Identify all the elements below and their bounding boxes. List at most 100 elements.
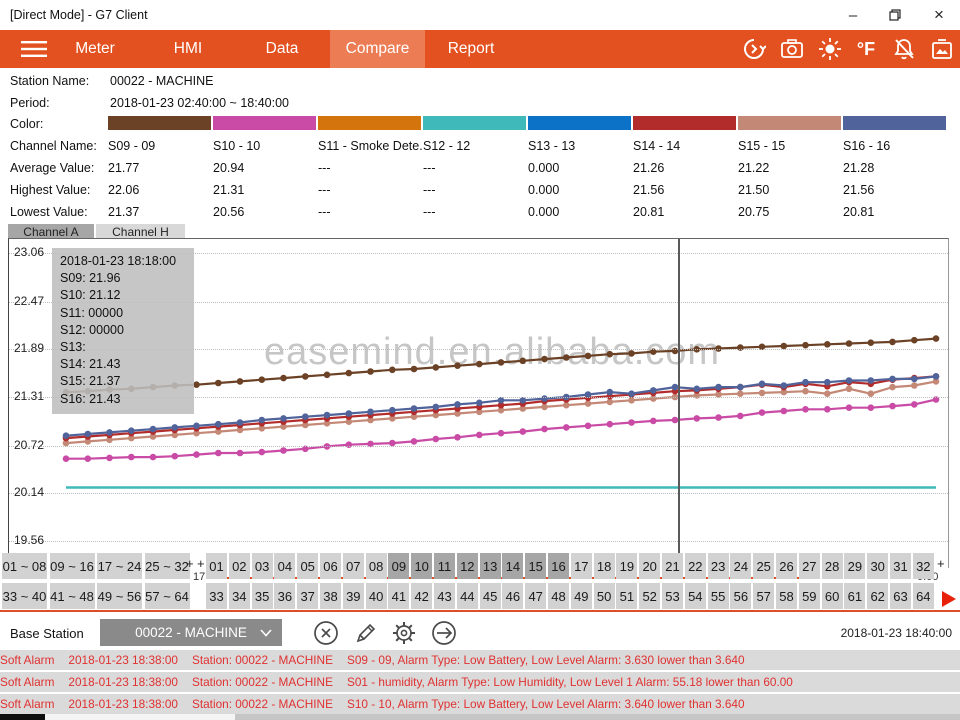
group-button-17~24[interactable]: 17 ~ 24 <box>97 553 142 579</box>
sync-button[interactable] <box>740 36 768 62</box>
close-button[interactable]: × <box>918 0 960 30</box>
channel-button-30[interactable]: 30 <box>867 553 888 579</box>
channel-button-54[interactable]: 54 <box>685 583 706 609</box>
channel-button-56[interactable]: 56 <box>730 583 751 609</box>
cancel-button[interactable] <box>312 619 340 647</box>
group-button-33~40[interactable]: 33 ~ 40 <box>2 583 47 609</box>
brightness-button[interactable] <box>816 36 844 62</box>
channel-button-10[interactable]: 10 <box>411 553 432 579</box>
group-button-25~32[interactable]: 25 ~ 32 <box>145 553 190 579</box>
channel-button-53[interactable]: 53 <box>662 583 683 609</box>
base-station-dropdown[interactable]: 00022 - MACHINE <box>100 619 282 646</box>
channel-button-08[interactable]: 08 <box>366 553 387 579</box>
minimize-button[interactable]: – <box>832 0 874 30</box>
channel-button-12[interactable]: 12 <box>457 553 478 579</box>
group-button-41~48[interactable]: 41 ~ 48 <box>50 583 95 609</box>
channel-button-31[interactable]: 31 <box>890 553 911 579</box>
channel-button-58[interactable]: 58 <box>776 583 797 609</box>
channel-button-04[interactable]: 04 <box>274 553 295 579</box>
channel-button-24[interactable]: 24 <box>730 553 751 579</box>
channel-button-25[interactable]: 25 <box>753 553 774 579</box>
group-button-01~08[interactable]: 01 ~ 08 <box>2 553 47 579</box>
channel-button-36[interactable]: 36 <box>274 583 295 609</box>
channel-button-43[interactable]: 43 <box>434 583 455 609</box>
nav-item-report[interactable]: Report <box>438 30 504 68</box>
channel-button-21[interactable]: 21 <box>662 553 683 579</box>
channel-button-11[interactable]: 11 <box>434 553 455 579</box>
channel-button-48[interactable]: 48 <box>548 583 569 609</box>
channel-button-44[interactable]: 44 <box>457 583 478 609</box>
channel-button-52[interactable]: 52 <box>639 583 660 609</box>
channel-button-07[interactable]: 07 <box>343 553 364 579</box>
channel-button-34[interactable]: 34 <box>229 583 250 609</box>
next-page-arrow-button[interactable] <box>941 589 958 614</box>
group-button-57~64[interactable]: 57 ~ 64 <box>145 583 190 609</box>
channel-button-60[interactable]: 60 <box>822 583 843 609</box>
channel-button-55[interactable]: 55 <box>708 583 729 609</box>
album-button[interactable] <box>928 36 956 62</box>
alarm-row[interactable]: Soft Alarm2018-01-23 18:38:00Station: 00… <box>0 650 960 670</box>
zoom-plus-button[interactable]: + <box>937 556 945 571</box>
channel-button-02[interactable]: 02 <box>229 553 250 579</box>
alarm-row[interactable]: Soft Alarm2018-01-23 18:38:00Station: 00… <box>0 672 960 692</box>
channel-button-39[interactable]: 39 <box>343 583 364 609</box>
channel-button-64[interactable]: 64 <box>913 583 934 609</box>
zoom-plus-button[interactable]: + <box>186 556 194 571</box>
channel-button-15[interactable]: 15 <box>525 553 546 579</box>
settings-button[interactable] <box>390 619 418 647</box>
channel-button-14[interactable]: 14 <box>502 553 523 579</box>
channel-button-18[interactable]: 18 <box>594 553 615 579</box>
channel-button-42[interactable]: 42 <box>411 583 432 609</box>
channel-button-29[interactable]: 29 <box>844 553 865 579</box>
channel-button-45[interactable]: 45 <box>480 583 501 609</box>
group-button-49~56[interactable]: 49 ~ 56 <box>97 583 142 609</box>
channel-button-23[interactable]: 23 <box>708 553 729 579</box>
channel-button-05[interactable]: 05 <box>297 553 318 579</box>
channel-button-13[interactable]: 13 <box>480 553 501 579</box>
temperature-unit-button[interactable]: °F <box>852 36 880 62</box>
edit-button[interactable] <box>352 619 380 647</box>
channel-button-57[interactable]: 57 <box>753 583 774 609</box>
channel-button-41[interactable]: 41 <box>388 583 409 609</box>
channel-button-49[interactable]: 49 <box>571 583 592 609</box>
alarm-row[interactable]: Soft Alarm2018-01-23 18:38:00Station: 00… <box>0 694 960 714</box>
channel-button-09[interactable]: 09 <box>388 553 409 579</box>
channel-button-28[interactable]: 28 <box>822 553 843 579</box>
nav-item-data[interactable]: Data <box>252 30 312 68</box>
channel-button-63[interactable]: 63 <box>890 583 911 609</box>
channel-button-06[interactable]: 06 <box>320 553 341 579</box>
channel-button-50[interactable]: 50 <box>594 583 615 609</box>
channel-button-59[interactable]: 59 <box>799 583 820 609</box>
channel-button-16[interactable]: 16 <box>548 553 569 579</box>
channel-button-33[interactable]: 33 <box>206 583 227 609</box>
channel-button-40[interactable]: 40 <box>366 583 387 609</box>
channel-button-46[interactable]: 46 <box>502 583 523 609</box>
channel-button-47[interactable]: 47 <box>525 583 546 609</box>
channel-button-01[interactable]: 01 <box>206 553 227 579</box>
channel-button-61[interactable]: 61 <box>844 583 865 609</box>
channel-button-51[interactable]: 51 <box>616 583 637 609</box>
zoom-plus-button[interactable]: + <box>197 556 205 571</box>
nav-item-hmi[interactable]: HMI <box>160 30 216 68</box>
channel-button-22[interactable]: 22 <box>685 553 706 579</box>
restore-button[interactable] <box>874 0 916 30</box>
channel-button-27[interactable]: 27 <box>799 553 820 579</box>
channel-button-38[interactable]: 38 <box>320 583 341 609</box>
channel-button-17[interactable]: 17 <box>571 553 592 579</box>
data-point <box>193 423 200 430</box>
hamburger-menu-button[interactable] <box>14 30 54 68</box>
group-button-09~16[interactable]: 09 ~ 16 <box>50 553 95 579</box>
nav-item-meter[interactable]: Meter <box>60 30 130 68</box>
channel-button-32[interactable]: 32 <box>913 553 934 579</box>
channel-button-19[interactable]: 19 <box>616 553 637 579</box>
channel-button-35[interactable]: 35 <box>252 583 273 609</box>
nav-item-compare[interactable]: Compare <box>330 30 425 68</box>
channel-button-62[interactable]: 62 <box>867 583 888 609</box>
alarm-mute-button[interactable] <box>890 36 918 62</box>
channel-button-37[interactable]: 37 <box>297 583 318 609</box>
apply-button[interactable] <box>430 619 458 647</box>
channel-button-20[interactable]: 20 <box>639 553 660 579</box>
channel-button-03[interactable]: 03 <box>252 553 273 579</box>
snapshot-button[interactable] <box>778 36 806 62</box>
channel-button-26[interactable]: 26 <box>776 553 797 579</box>
